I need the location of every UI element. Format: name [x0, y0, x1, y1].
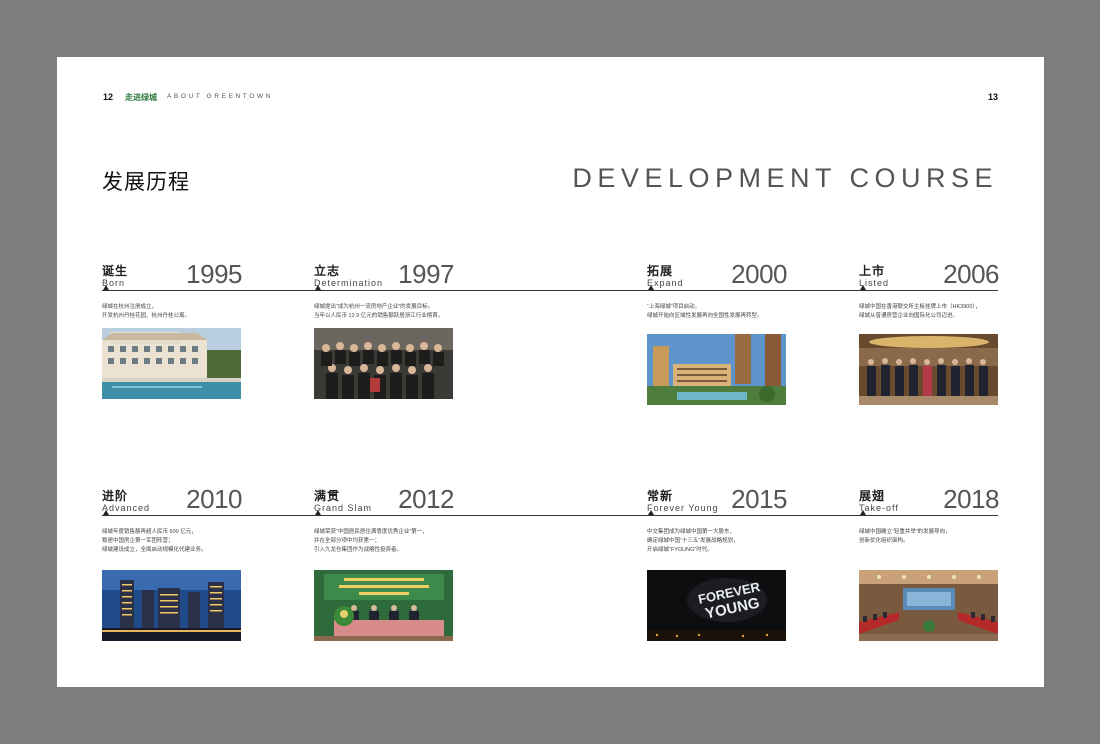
- entry-description: 绿城中国在香港联交所主板挂牌上市（HK3900）， 绿城从普通房营企业向国际化公司…: [859, 304, 981, 319]
- page-title-en: DEVELOPMENT COURSE: [572, 163, 998, 193]
- forever-young-stage-photo: FOREVER YOUNG: [647, 570, 786, 641]
- entry-year: 2000: [731, 259, 787, 289]
- page-number-right: 13: [988, 92, 999, 102]
- entry-title-cn: 常新: [647, 489, 674, 503]
- resort-building-photo: [102, 328, 241, 399]
- entry-title-en: Take-off: [859, 503, 899, 513]
- entry-year: 2010: [186, 484, 242, 514]
- timeline-rule-bottom: [102, 515, 998, 516]
- entry-title-cn: 满贯: [314, 489, 341, 503]
- entry-description: 绿城中国确立“轻重并举”的发展导向， 创新优化组织架构。: [859, 529, 951, 544]
- entry-year: 2015: [731, 484, 787, 514]
- entry-title-cn: 拓展: [647, 264, 674, 278]
- entry-description: 绿城在杭州注册成立， 开发杭州丹桂花园、杭州丹桂公寓。: [102, 304, 191, 319]
- entry-year: 2018: [943, 484, 999, 514]
- conference-hall-photo: [859, 570, 998, 641]
- entry-year: 1997: [398, 259, 454, 289]
- entry-title-en: Listed: [859, 278, 890, 288]
- brochure-spread: 12 走进绿城 ABOUT GREENTOWN 13 发展历程 DEVELOPM…: [57, 57, 1044, 687]
- entry-title-en: Advanced: [102, 503, 151, 513]
- entry-title-cn: 上市: [859, 264, 886, 278]
- entry-year: 1995: [186, 259, 242, 289]
- section-title-cn: 走进绿城: [125, 93, 157, 102]
- entry-title-en: Expand: [647, 278, 684, 288]
- entry-title-cn: 展翅: [859, 489, 886, 503]
- page-title-cn: 发展历程: [102, 171, 190, 194]
- page-number-left: 12: [103, 92, 114, 102]
- entry-description: “上海绿城”项目启动， 绿城开始向区域性发展再向全国性发展再转型。: [647, 304, 763, 319]
- entry-title-cn: 诞生: [102, 264, 129, 278]
- team-group-photo: [314, 328, 453, 399]
- entry-title-en: Forever Young: [647, 503, 719, 513]
- entry-year: 2012: [398, 484, 454, 514]
- section-title-en: ABOUT GREENTOWN: [167, 93, 273, 100]
- entry-title-en: Born: [102, 278, 126, 288]
- entry-description: 绿城提出“成为杭州一流房地产企业”的发展目标。 当年以人民币 12.9 亿元的销售…: [314, 304, 444, 319]
- entry-title-en: Grand Slam: [314, 503, 373, 513]
- entry-description: 绿城年度销售额再超人民币 600 亿元， 稳居中国房企第一军团阵营； 绿城建设成立，…: [102, 529, 207, 553]
- entry-title-cn: 进阶: [102, 489, 129, 503]
- residential-towers-photo: [647, 334, 786, 405]
- listing-ceremony-photo: [859, 334, 998, 405]
- city-night-skyline-photo: [102, 570, 241, 641]
- timeline-rule-top: [102, 290, 998, 291]
- entry-title-en: Determination: [314, 278, 384, 288]
- entry-year: 2006: [943, 259, 999, 289]
- press-conference-photo: [314, 570, 453, 641]
- entry-description: 中交集团成为绿城中国第一大股东， 确定绿城中国“十三五”发展战略规划， 开启绿城“F…: [647, 529, 739, 553]
- entry-title-cn: 立志: [314, 264, 341, 278]
- entry-description: 绿城荣获“中国居民居住满意度优秀企业”第一， 并在全部分项中均获第一； 引入九龙仓集…: [314, 529, 428, 553]
